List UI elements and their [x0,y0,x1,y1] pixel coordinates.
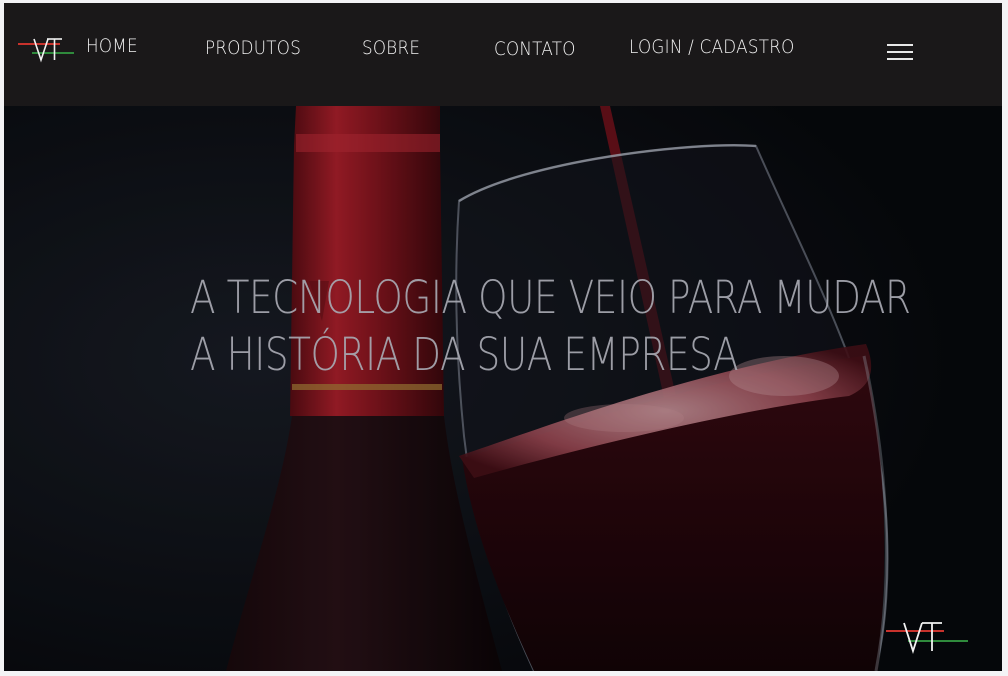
nav-login-cadastro-link[interactable]: LOGIN / CADASTRO [629,36,795,58]
nav-sobre-link[interactable]: SOBRE [362,37,420,59]
brand-logo[interactable] [18,33,74,67]
hamburger-menu-icon[interactable] [887,42,913,62]
hero-headline-line-2: A HISTÓRIA DA SUA EMPRESA [190,328,739,381]
wine-pour-background-image [4,106,1002,671]
page-frame: HOME PRODUTOS SOBRE CONTATO LOGIN / CADA… [4,3,1002,671]
hero-headline: A TECNOLOGIA QUE VEIO PARA MUDAR A HISTÓ… [190,269,911,383]
nav-contato-link[interactable]: CONTATO [494,38,576,60]
nav-produtos-link[interactable]: PRODUTOS [205,37,301,59]
hero-headline-line-1: A TECNOLOGIA QUE VEIO PARA MUDAR [190,271,911,324]
corner-brand-logo [886,617,968,657]
hero-banner: A TECNOLOGIA QUE VEIO PARA MUDAR A HISTÓ… [4,106,1002,671]
nav-home-link[interactable]: HOME [86,35,138,57]
top-navbar: HOME PRODUTOS SOBRE CONTATO LOGIN / CADA… [4,3,1002,106]
